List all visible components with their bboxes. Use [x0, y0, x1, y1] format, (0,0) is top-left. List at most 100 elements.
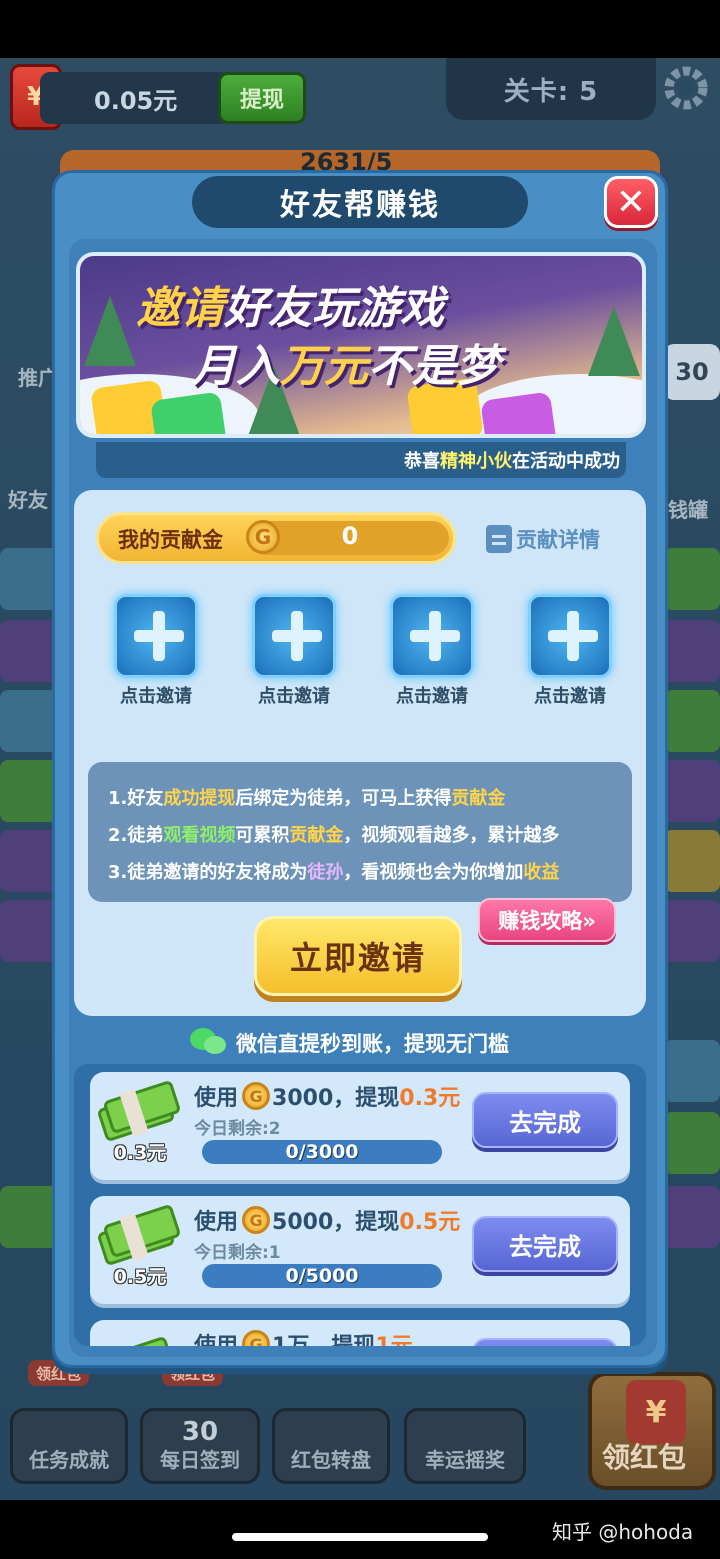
rule-highlight: 贡献金 [289, 825, 344, 846]
cash-amount-label: 0.3元 [113, 1142, 167, 1164]
plus-icon-bar [410, 630, 460, 642]
complete-task-button[interactable]: 去完成 [472, 1216, 618, 1272]
banner-text: 不是梦 [368, 341, 500, 392]
tile-left [0, 620, 58, 682]
redpacket-label: 领红包 [602, 1441, 687, 1474]
rule-text: ，视频观看越多，累计越多 [343, 825, 560, 846]
calendar-day: 30 [181, 1417, 219, 1447]
banner-line-2: 月入万元不是梦 [192, 330, 500, 394]
task-coins: 3000， [272, 1086, 356, 1111]
rule-text: 3.徒弟邀请的好友将成为 [108, 862, 308, 883]
plus-icon-bar [272, 630, 322, 642]
nav-label: 每日签到 [160, 1448, 240, 1472]
invite-now-button[interactable]: 立即邀请 [254, 916, 462, 996]
cash-stack-icon [96, 1334, 180, 1346]
list-item: 使用G1万，提现1元 [90, 1320, 630, 1346]
rule-3: 3.徒弟邀请的好友将成为徒孙，看视频也会为你增加收益 [108, 854, 632, 891]
rule-highlight: 贡献金 [451, 788, 506, 809]
banner-text: 好友玩游戏 [224, 283, 444, 334]
invite-slot-3[interactable] [390, 594, 474, 678]
rule-text: 可累积 [235, 825, 290, 846]
side-label-piggy[interactable]: 钱罐 [668, 494, 708, 523]
plus-icon-bar [134, 630, 184, 642]
nav-lucky-wheel[interactable]: 红包转盘 [272, 1408, 390, 1484]
rule-text: 1.好友 [108, 788, 164, 809]
invite-slot-label[interactable]: 点击邀请 [96, 682, 216, 708]
nav-task-achievement[interactable]: 任务成就 [10, 1408, 128, 1484]
tile-right [664, 690, 720, 752]
level-indicator: 关卡: 5 [446, 58, 656, 120]
task-amount: 0.5元 [399, 1210, 461, 1235]
tile-right [664, 830, 720, 892]
home-indicator[interactable] [232, 1533, 488, 1541]
rule-1: 1.好友成功提现后绑定为徒弟，可马上获得贡献金 [108, 780, 632, 817]
ticker-text: 在活动中成功 [512, 451, 620, 472]
banner-highlight: 邀请 [136, 283, 224, 334]
tile-left [0, 830, 58, 892]
task-title: 使用G1万，提现1元 [194, 1328, 413, 1346]
redpacket-button[interactable]: ¥ 领红包 [588, 1372, 716, 1490]
task-text: 提现 [355, 1210, 400, 1235]
tile-right [664, 1112, 720, 1174]
gem-cube-icon [480, 391, 558, 434]
rule-highlight: 徒孙 [307, 862, 344, 883]
wechat-text: 微信直提秒到账，提现无门槛 [236, 1032, 509, 1056]
withdraw-button[interactable]: 提现 [218, 72, 306, 124]
wechat-withdraw-note: 微信直提秒到账，提现无门槛 [190, 1028, 509, 1058]
detail-link-text: 贡献详情 [516, 528, 600, 552]
banner-text: 月入 [192, 341, 280, 392]
coin-icon: G [246, 520, 280, 554]
task-coins: 1万， [272, 1328, 331, 1346]
promo-banner[interactable]: 邀请好友玩游戏 月入万元不是梦 [76, 252, 646, 438]
nav-label: 任务成就 [29, 1448, 109, 1472]
side-label-friends[interactable]: 好友 [8, 484, 48, 513]
task-text: 提现 [355, 1086, 400, 1111]
invite-slot-label[interactable]: 点击邀请 [234, 682, 354, 708]
plus-icon-bar [548, 630, 598, 642]
close-icon[interactable]: ✕ [604, 176, 658, 228]
balance-text: 0.05元 [94, 86, 178, 115]
invite-slot-4[interactable] [528, 594, 612, 678]
withdraw-task-list[interactable]: 0.3元 使用 G 3000， 提现 0.3元 今日剩余:2 0/3000 去完成 0.… [74, 1064, 646, 1346]
task-title: 使用 G 3000， 提现 0.3元 [194, 1080, 460, 1112]
gear-icon[interactable] [660, 62, 712, 114]
rules-box: 1.好友成功提现后绑定为徒弟，可马上获得贡献金 2.徒弟观看视频可累积贡献金，视… [88, 762, 632, 902]
nav-lucky-draw[interactable]: 幸运摇奖 [404, 1408, 526, 1484]
rule-text: 2.徒弟 [108, 825, 164, 846]
nav-daily-checkin[interactable]: 30 每日签到 [140, 1408, 260, 1484]
task-coins: 5000， [272, 1210, 356, 1235]
gem-cube-icon [150, 391, 228, 434]
earning-guide-button[interactable]: 赚钱攻略» [478, 898, 616, 942]
tile-left [0, 760, 58, 822]
contribution-detail-link[interactable]: 贡献详情 [486, 524, 600, 554]
invite-slot-1[interactable] [114, 594, 198, 678]
ticker-name: 精神小伙 [440, 451, 512, 472]
complete-task-button[interactable] [472, 1338, 618, 1346]
invite-slot-label[interactable]: 点击邀请 [510, 682, 630, 708]
tile-right [664, 760, 720, 822]
tile-left [0, 690, 58, 752]
tile-left [0, 548, 58, 610]
banner-line-1: 邀请好友玩游戏 [136, 272, 444, 336]
tile-left [0, 1186, 58, 1248]
task-amount: 0.3元 [399, 1086, 461, 1111]
tile-right [664, 1186, 720, 1248]
invite-slot-label[interactable]: 点击邀请 [372, 682, 492, 708]
cash-amount-label: 0.5元 [113, 1266, 167, 1288]
task-text: 使用 [194, 1210, 239, 1235]
coin-icon: G [242, 1082, 271, 1110]
tree-icon [84, 296, 136, 366]
complete-task-button[interactable]: 去完成 [472, 1092, 618, 1148]
cash-note [96, 1335, 176, 1346]
tile-right [664, 620, 720, 682]
task-text: 提现 [331, 1328, 375, 1346]
dialog-title: 好友帮赚钱 [192, 176, 528, 228]
progress-text: 0/5000 [285, 1265, 359, 1287]
rule-highlight: 成功提现 [163, 788, 236, 809]
progress-text: 0/3000 [285, 1141, 359, 1163]
cash-stack-icon [96, 1079, 182, 1143]
task-text: 使用 [194, 1086, 239, 1111]
contribution-value: 0 [341, 522, 359, 550]
invite-slot-2[interactable] [252, 594, 336, 678]
wechat-bubble [204, 1036, 226, 1054]
